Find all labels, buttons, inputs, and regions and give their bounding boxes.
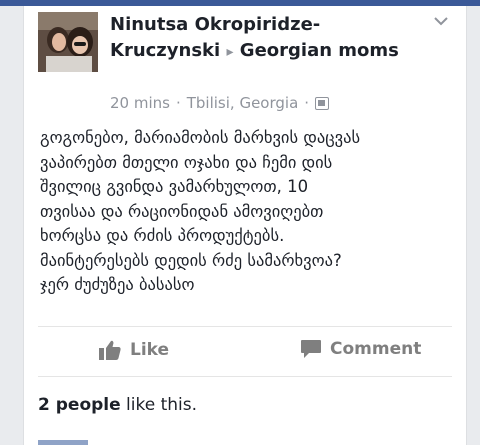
- group-name-link[interactable]: Georgian moms: [240, 40, 399, 61]
- comment-button[interactable]: Comment: [300, 339, 421, 359]
- post-card: Ninutsa Okropiridze-Kruczynski ▸ Georgia…: [23, 6, 467, 445]
- divider: [38, 326, 452, 327]
- audience-icon[interactable]: [315, 96, 330, 110]
- comment-label: Comment: [330, 339, 422, 359]
- avatar[interactable]: [38, 12, 98, 72]
- likes-count-link[interactable]: 2 people: [38, 395, 121, 415]
- post-header: Ninutsa Okropiridze-Kruczynski ▸ Georgia…: [110, 12, 410, 65]
- like-label: Like: [130, 340, 170, 360]
- group-arrow-icon: ▸: [226, 44, 234, 60]
- likes-summary: 2 people like this.: [38, 395, 197, 415]
- thumbs-up-icon: [99, 340, 121, 360]
- meta-separator: ·: [175, 94, 181, 112]
- comment-bubble-icon: [301, 340, 321, 358]
- likes-suffix: like this.: [120, 395, 198, 415]
- divider-2: [38, 376, 452, 377]
- post-time[interactable]: 20 mins: [110, 94, 170, 112]
- next-item-peek: [38, 440, 88, 445]
- post-body: გოგონებო, მარიამობის მარხვის დაცვას ვაპი…: [40, 128, 361, 294]
- meta-separator-2: ·: [304, 94, 310, 112]
- chevron-down-icon[interactable]: [434, 16, 448, 26]
- post-location[interactable]: Tbilisi, Georgia: [187, 94, 299, 112]
- like-button[interactable]: Like: [98, 339, 169, 361]
- post-meta: 20 mins · Tbilisi, Georgia ·: [110, 94, 330, 112]
